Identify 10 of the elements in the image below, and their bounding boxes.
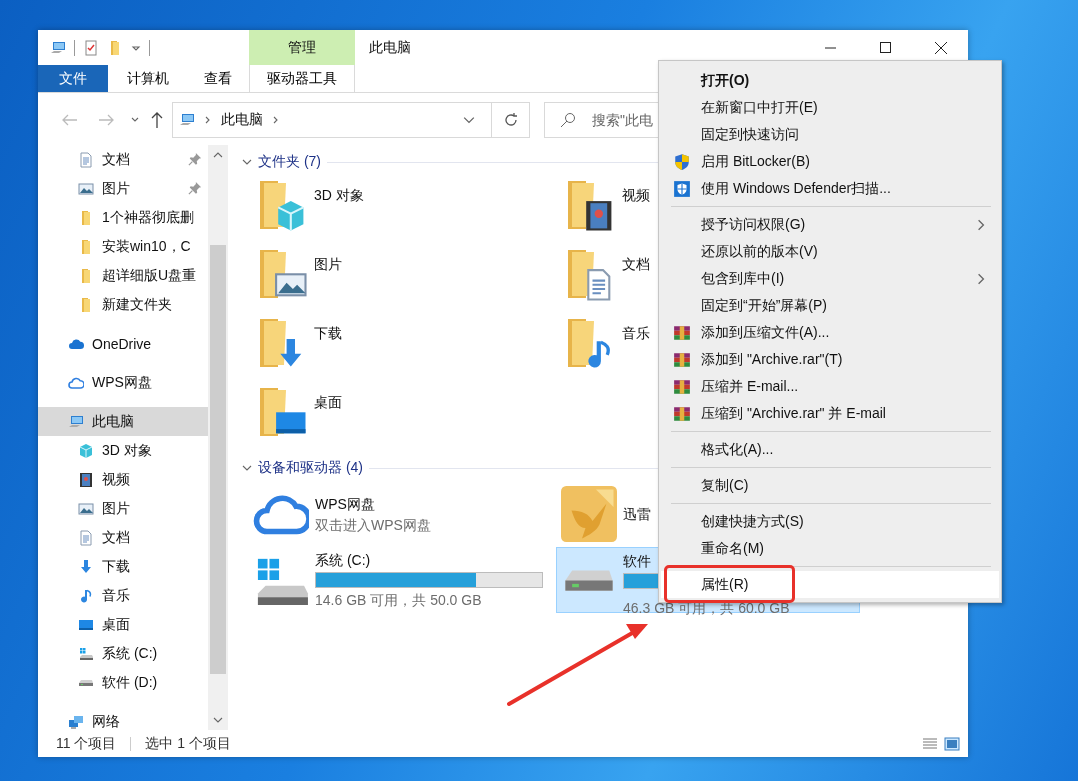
drive-name: 迅雷: [623, 505, 651, 523]
drive-space: 14.6 GB 可用，共 50.0 GB: [315, 591, 483, 609]
drive-subtitle: 双击进入WPS网盘: [315, 515, 431, 534]
context-tab-label: 管理: [249, 30, 355, 65]
selection-count: 选中 1 个项目: [145, 734, 231, 753]
drive-name: WPS网盘: [315, 494, 376, 513]
drive-name: 系统 (C:): [315, 551, 372, 569]
drive-name: 软件: [623, 551, 652, 570]
window-title: 此电脑: [368, 37, 411, 57]
item-count: 11 个项目: [56, 734, 117, 753]
